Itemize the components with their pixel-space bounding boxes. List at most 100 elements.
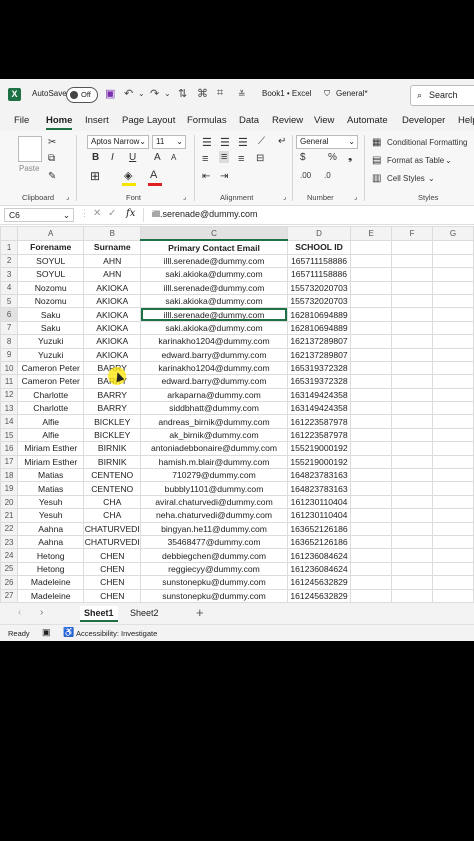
row-header[interactable]: 12	[0, 387, 19, 403]
row-header[interactable]: 3	[0, 267, 19, 282]
grid-cell[interactable]	[350, 320, 393, 336]
grid-cell[interactable]: 155219000192	[286, 441, 352, 456]
grid-cell[interactable]: CHEN	[83, 548, 142, 563]
tab-file[interactable]: File	[14, 115, 29, 126]
format-as-table-button[interactable]: Format as Table	[387, 156, 444, 165]
grid-cell[interactable]: edward.barry@dummy.com	[140, 347, 288, 362]
grid-cell[interactable]: 162810694889	[286, 307, 352, 322]
grid-cell[interactable]	[431, 414, 474, 429]
grid-cell[interactable]	[431, 548, 474, 563]
font-name-select[interactable]: Aptos Narrow ⌄	[87, 135, 149, 149]
grid-cell[interactable]: BARRY	[83, 401, 142, 416]
redo-dropdown-icon[interactable]: ⌄	[164, 89, 171, 98]
grid-cell[interactable]	[431, 239, 474, 255]
grid-cell[interactable]	[431, 588, 474, 602]
grid-cell[interactable]: 161230110404	[286, 494, 352, 510]
grid-cell[interactable]	[350, 414, 393, 429]
grid-cell[interactable]	[391, 561, 433, 577]
insert-function-icon[interactable]: fx	[126, 208, 135, 219]
grid-cell[interactable]: 164823783163	[286, 481, 352, 496]
row-header[interactable]: 5	[0, 293, 19, 309]
row-header[interactable]: 19	[0, 481, 19, 496]
currency-icon[interactable]: $	[300, 152, 306, 163]
borders-icon[interactable]: ⊞	[90, 169, 100, 183]
grid-cell[interactable]	[391, 521, 433, 536]
number-format-select[interactable]: General ⌄	[296, 135, 358, 149]
grid-cell[interactable]	[391, 253, 433, 269]
row-header[interactable]: 24	[0, 548, 19, 563]
grid-cell[interactable]: 161230110404	[286, 508, 352, 523]
comma-style-icon[interactable]: ❟	[348, 151, 352, 164]
grid-cell[interactable]	[431, 307, 474, 322]
grid-cell[interactable]	[350, 267, 393, 282]
grid-cell[interactable]: 164823783163	[286, 468, 352, 483]
column-header[interactable]: E	[350, 226, 393, 241]
grid-cell[interactable]: 162137289807	[286, 334, 352, 349]
grid-cell[interactable]	[431, 374, 474, 389]
grid-cell[interactable]	[431, 534, 474, 550]
grid-cell[interactable]: karinakho1204@dummy.com	[140, 360, 288, 376]
alignment-launcher-icon[interactable]: ⌟	[283, 193, 286, 201]
grid-cell[interactable]: AKIOKA	[83, 347, 142, 362]
decrease-font-icon[interactable]: A	[171, 153, 176, 162]
grid-cell[interactable]: Surname	[83, 239, 142, 255]
grid-cell[interactable]	[391, 360, 433, 376]
grid-cell[interactable]	[350, 561, 393, 577]
grid-cell[interactable]	[350, 441, 393, 456]
grid-cell[interactable]: SCHOOL ID	[286, 239, 352, 255]
grid-cell[interactable]	[391, 347, 433, 362]
grid-cell[interactable]: Matias	[17, 481, 85, 496]
add-sheet-icon[interactable]: +	[196, 605, 204, 620]
grid-cell[interactable]	[391, 334, 433, 349]
grid-cell[interactable]: 163149424358	[286, 401, 352, 416]
grid-cell[interactable]	[391, 414, 433, 429]
grid-cell[interactable]	[391, 293, 433, 309]
grid-cell[interactable]: BARRY	[83, 387, 142, 403]
grid-cell[interactable]: Madeleine	[17, 588, 85, 602]
grid-cell[interactable]	[431, 427, 474, 443]
grid-cell[interactable]: Madeleine	[17, 575, 85, 590]
row-header[interactable]: 20	[0, 494, 19, 510]
grid-cell[interactable]: Charlotte	[17, 387, 85, 403]
grid-cell[interactable]: Aahna	[17, 521, 85, 536]
grid-cell[interactable]: illl.serenade@dummy.com	[140, 253, 288, 269]
grid-cell[interactable]	[391, 508, 433, 523]
align-bottom-icon[interactable]: ☰	[238, 136, 248, 149]
grid-cell[interactable]: Nozomu	[17, 280, 85, 295]
autosave-toggle[interactable]: Off	[66, 87, 98, 103]
row-header[interactable]: 25	[0, 561, 19, 577]
grid-cell[interactable]: AKIOKA	[83, 320, 142, 336]
copy-icon[interactable]: ⧉	[48, 153, 55, 164]
grid-cell[interactable]	[391, 441, 433, 456]
column-header[interactable]: D	[286, 226, 352, 241]
grid-cell[interactable]: Miriam Esther	[17, 454, 85, 470]
grid-cell[interactable]: 165711158886	[286, 267, 352, 282]
grid-cell[interactable]: Nozomu	[17, 293, 85, 309]
grid-cell[interactable]: Miriam Esther	[17, 441, 85, 456]
font-size-select[interactable]: 11 ⌄	[152, 135, 186, 149]
grid-cell[interactable]	[391, 454, 433, 470]
column-header[interactable]: F	[391, 226, 433, 241]
increase-decimal-icon[interactable]: .00	[300, 171, 311, 180]
grid-cell[interactable]	[431, 561, 474, 577]
row-header[interactable]: 17	[0, 454, 19, 470]
grid-cell[interactable]: 162137289807	[286, 347, 352, 362]
grid-cell[interactable]: illl.serenade@dummy.com	[140, 307, 288, 322]
search-box[interactable]: ⌕ Search	[410, 85, 474, 106]
grid-cell[interactable]: 165319372328	[286, 374, 352, 389]
grid-cell[interactable]: Charlotte	[17, 401, 85, 416]
row-header[interactable]: 4	[0, 280, 19, 295]
clipboard-launcher-icon[interactable]: ⌟	[66, 193, 69, 201]
grid-cell[interactable]	[431, 267, 474, 282]
grid-cell[interactable]: 163149424358	[286, 387, 352, 403]
grid-cell[interactable]	[350, 454, 393, 470]
grid-cell[interactable]: bubbly1101@dummy.com	[140, 481, 288, 496]
grid-cell[interactable]: 155219000192	[286, 454, 352, 470]
accessibility-icon[interactable]: ♿	[63, 627, 74, 638]
grid-cell[interactable]: AKIOKA	[83, 293, 142, 309]
grid-cell[interactable]: 165319372328	[286, 360, 352, 376]
grid-cell[interactable]	[391, 575, 433, 590]
conditional-formatting-button[interactable]: Conditional Formatting	[387, 138, 467, 147]
grid-cell[interactable]: SOYUL	[17, 267, 85, 282]
column-header[interactable]: B	[83, 226, 142, 241]
